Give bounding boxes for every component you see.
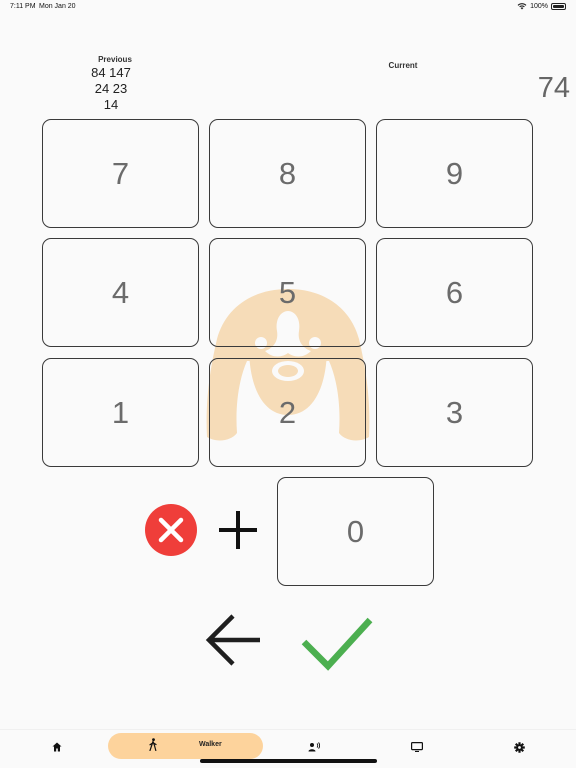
nav-walker-label: Walker xyxy=(199,741,222,748)
key-0[interactable]: 0 xyxy=(277,477,434,586)
key-7[interactable]: 7 xyxy=(42,119,199,228)
key-8[interactable]: 8 xyxy=(209,119,366,228)
key-4[interactable]: 4 xyxy=(42,238,199,347)
previous-line: 24 23 xyxy=(94,81,128,96)
clear-button[interactable] xyxy=(144,503,198,557)
arrow-left-icon xyxy=(205,614,260,666)
nav-settings[interactable] xyxy=(509,735,529,759)
home-icon xyxy=(52,742,62,752)
previous-line: 14 xyxy=(103,97,119,112)
current-value: 74 xyxy=(537,72,570,104)
bottom-nav: Walker xyxy=(0,729,576,762)
wifi-icon xyxy=(517,3,527,10)
battery-icon xyxy=(551,2,566,10)
checkmark-icon xyxy=(301,617,373,671)
close-circle-icon xyxy=(145,504,197,556)
nav-home[interactable] xyxy=(47,735,67,759)
gear-icon xyxy=(513,741,525,753)
tv-icon xyxy=(411,742,423,752)
status-right: 100% xyxy=(517,2,566,10)
person-voice-icon xyxy=(308,742,320,752)
key-2[interactable]: 2 xyxy=(209,358,366,467)
home-indicator xyxy=(200,759,377,763)
confirm-button[interactable] xyxy=(300,614,375,672)
nav-tv[interactable] xyxy=(407,735,427,759)
key-3[interactable]: 3 xyxy=(376,358,533,467)
status-time: 7:11 PM xyxy=(10,3,36,10)
nav-voice[interactable] xyxy=(304,735,324,759)
key-9[interactable]: 9 xyxy=(376,119,533,228)
status-bar: 7:11 PM Mon Jan 20 100% xyxy=(0,0,576,14)
back-button[interactable] xyxy=(204,612,262,668)
key-1[interactable]: 1 xyxy=(42,358,199,467)
key-5[interactable]: 5 xyxy=(209,238,366,347)
battery-percent: 100% xyxy=(530,2,548,10)
previous-label: Previous xyxy=(98,55,132,64)
plus-button[interactable] xyxy=(217,509,259,551)
nav-walker[interactable]: Walker xyxy=(108,733,263,759)
status-date: Mon Jan 20 xyxy=(39,3,76,10)
previous-line: 84 147 xyxy=(91,65,131,80)
plus-icon xyxy=(219,511,257,549)
current-label: Current xyxy=(388,61,418,70)
walk-icon xyxy=(149,738,157,751)
key-6[interactable]: 6 xyxy=(376,238,533,347)
